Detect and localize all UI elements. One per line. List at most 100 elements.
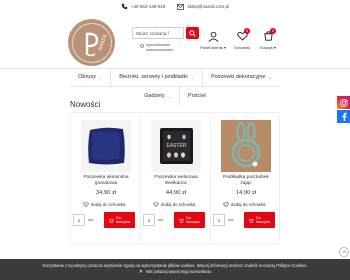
facebook-icon [341,112,347,121]
add-to-cart-label: Do koszyka [186,216,200,225]
search-button[interactable] [186,27,199,39]
email-link[interactable]: sklep@nasza.com.pl [177,3,229,10]
add-to-cart-line2: koszyka [186,220,200,224]
add-to-cart-line2: koszyka [116,220,130,224]
product-image[interactable] [221,120,271,172]
cart-icon [249,218,254,222]
heart-icon [83,202,89,207]
logo-text: NASZA [97,33,109,51]
logo-mark: NASZA [85,32,109,56]
nav-row-1: Obrusy ⌄ Bieżniki, serwety i podkładki ⌄ P… [70,68,280,86]
easter-text: EASTER [166,143,186,149]
wishlist-label: dodaj do schowka [161,202,196,207]
quantity-unit: szt. [88,217,95,222]
product-card[interactable]: EASTER Poszewka welurowa Wielkanoc 44,90 … [140,116,210,241]
product-name[interactable]: Podkładka pod kubek zając [211,175,281,186]
cart-icon [109,218,114,222]
heart-icon [223,202,229,207]
add-to-cart-button[interactable]: Do koszyka [104,212,135,228]
cookie-banner: Korzystanie z tej witryny oznacza wyraże… [0,259,350,280]
wishlist-label: dodaj do schowka [91,202,126,207]
nav-item-gadzety[interactable]: Gadżety ⌄ [136,87,179,105]
product-name[interactable]: Poszewka welurowa Wielkanoc [141,175,211,186]
advanced-search-link[interactable]: wyszukiwanie zaawansowane [140,42,174,52]
user-icon [207,30,219,42]
add-to-cart-line2: koszyka [256,220,270,224]
instagram-icon [339,98,348,107]
nav-item-label: Gadżety [144,93,165,99]
account-chevron-icon: ▾ [224,45,227,50]
product-card[interactable]: Poszewka aksamitna granatowa 34,90 zł dod… [70,116,140,241]
product-name[interactable]: Poszewka aksamitna granatowa [71,175,141,186]
quantity-unit: szt. [228,217,235,222]
nav-row-2: Gadżety ⌄ Pościel [136,87,214,105]
product-image[interactable]: EASTER [151,120,201,172]
cart-button[interactable]: 0 Koszyk ▾ [260,28,277,50]
account-label: Panel klienta [200,45,223,50]
nav-item-posciel[interactable]: Pościel [179,87,214,105]
instagram-button[interactable] [337,96,350,109]
wishlist-label: dodaj do schowka [231,202,266,207]
phone-icon [121,3,128,10]
add-to-wishlist-link[interactable]: dodaj do schowka [83,202,125,207]
product-name-line1: Poszewka aksamitna [83,175,129,180]
product-name-line2: Wielkanoc [164,180,188,186]
nav-item-label: Bieżniki, serwety i podkładki [119,74,188,80]
cookie-dismiss-label[interactable]: Nie pokazuj więcej tego komunikatu [146,269,211,275]
nav-item-label: Poszewki dekoracyjne [211,74,266,80]
product-price: 14,90 zł [235,190,257,196]
section-divider [70,112,280,113]
cart-count-badge: 0 [270,28,277,34]
add-to-cart-button[interactable]: Do koszyka [174,212,205,228]
section-title: Nowości [70,100,101,109]
quantity-input[interactable]: 1 [73,214,85,226]
add-to-wishlist-link[interactable]: dodaj do schowka [223,202,265,207]
nav-item-obrusy[interactable]: Obrusy ⌄ [70,68,110,86]
product-image[interactable] [81,120,131,172]
cart-label-row: Koszyk ▾ [260,45,276,50]
header: NASZA Wpisz szukaną f wyszukiwanie zaawa… [0,13,350,67]
cookie-dismiss-row[interactable]: ✕ Nie pokazuj więcej tego komunikatu [0,269,350,275]
top-contact-bar: +48 663-139-518 sklep@nasza.com.pl [0,0,350,13]
main-navigation: Obrusy ⌄ Bieżniki, serwety i podkładki ⌄ P… [0,68,350,105]
heart-icon: 0 [236,28,251,42]
add-to-cart-label: Do koszyka [256,216,270,225]
wishlist-button[interactable]: 0 Schowek [234,28,251,50]
mail-icon [177,3,185,10]
site-logo[interactable]: NASZA [68,19,115,66]
nav-item-poszewki[interactable]: Poszewki dekoracyjne ⌄ [202,68,280,86]
account-label-row: Panel klienta ▾ [200,45,226,50]
add-to-cart-button[interactable]: Do koszyka [244,212,275,228]
cart-chevron-icon: ▾ [274,45,277,50]
nav-item-bieżniki[interactable]: Bieżniki, serwety i podkładki ⌄ [110,68,202,86]
chevron-up-icon [341,250,347,254]
phone-number: +48 663-139-518 [131,4,166,9]
facebook-button[interactable] [337,110,350,123]
add-to-wishlist-link[interactable]: dodaj do schowka [153,202,195,207]
row-divider [70,243,280,244]
chevron-down-icon: ⌄ [268,74,272,80]
product-name-line1: Podkładka pod kubek [223,175,269,180]
advanced-search-line2: zaawansowane [146,46,174,52]
email-address: sklep@nasza.com.pl [187,4,229,9]
close-icon[interactable]: ✕ [139,269,143,275]
advanced-search-icon [140,44,144,48]
quantity-input[interactable]: 1 [213,214,225,226]
advanced-search-label: wyszukiwanie zaawansowane [146,42,174,52]
heart-icon [153,202,159,207]
nav-item-label: Obrusy [78,74,96,80]
chevron-down-icon: ⌄ [190,74,195,80]
product-card[interactable]: Podkładka pod kubek zając 14,90 zł dodaj … [210,116,280,241]
quantity-input[interactable]: 1 [143,214,155,226]
wishlist-label: Schowek [234,45,251,50]
account-button[interactable]: Panel klienta ▾ [200,30,226,50]
product-price: 44,90 zł [165,190,187,196]
product-name-line1: Poszewka welurowa [154,175,198,180]
scroll-to-top-button[interactable] [339,247,349,257]
phone-link[interactable]: +48 663-139-518 [121,3,165,10]
logo-ring: NASZA [71,22,112,63]
product-name-line2: granatowa [94,180,118,186]
search-input[interactable]: Wpisz szukaną f [132,27,184,39]
chevron-down-icon: ⌄ [98,74,103,80]
add-to-cart-label: Do koszyka [116,216,130,225]
